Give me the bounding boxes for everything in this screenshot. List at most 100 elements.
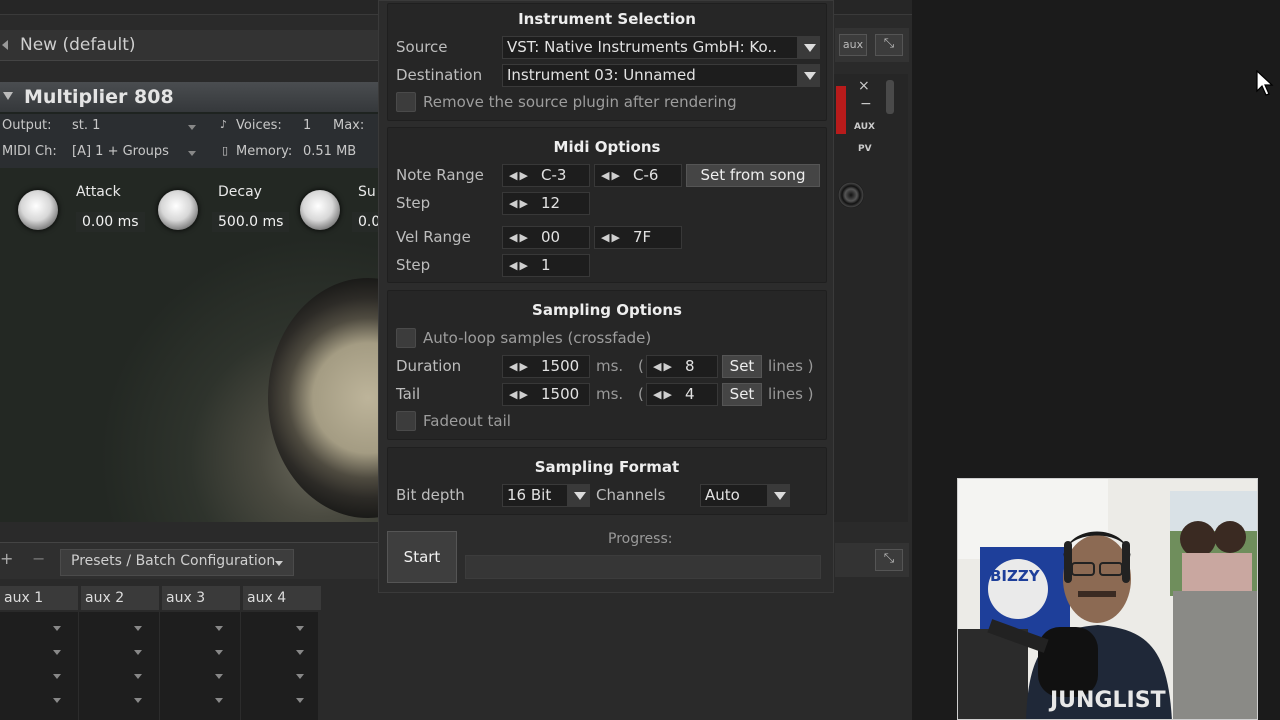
spinner-arrows-icon[interactable]: ◀▶ xyxy=(509,165,530,186)
tune-dial-icon[interactable] xyxy=(838,182,864,208)
duration-set-button[interactable]: Set xyxy=(722,355,762,378)
close-icon[interactable]: × xyxy=(858,78,870,94)
aux-dropdown-icon[interactable] xyxy=(215,674,223,679)
aux-column-4[interactable]: aux 4 xyxy=(243,586,321,610)
collapse-icon[interactable]: ⤡ xyxy=(875,549,903,571)
fadeout-tail-checkbox[interactable] xyxy=(396,411,416,431)
chevron-down-icon xyxy=(804,72,816,80)
voices-icon: ♪ xyxy=(220,118,228,131)
aux-side-button[interactable]: AUX xyxy=(854,122,875,132)
preset-bar[interactable]: New (default) xyxy=(0,30,380,61)
remove-source-checkbox[interactable] xyxy=(396,92,416,112)
sustain-knob[interactable] xyxy=(300,190,340,230)
bit-depth-dropdown-button[interactable] xyxy=(567,485,589,506)
note-step-spinner[interactable]: ◀▶ 12 xyxy=(502,192,590,215)
aux-column-2[interactable]: aux 2 xyxy=(81,586,159,610)
spinner-arrows-icon[interactable]: ◀▶ xyxy=(653,356,674,377)
note-range-label: Note Range xyxy=(396,166,484,184)
note-range-to-value: C-6 xyxy=(633,166,659,184)
midi-channel-value[interactable]: [A] 1 + Groups xyxy=(72,144,169,159)
aux-column-1[interactable]: aux 1 xyxy=(0,586,78,610)
aux-dropdown-icon[interactable] xyxy=(53,626,61,631)
minimize-icon[interactable]: − xyxy=(860,96,872,112)
collapse-icon[interactable]: ⤡ xyxy=(875,34,903,56)
aux-dropdown-icon[interactable] xyxy=(296,650,304,655)
progress-bar xyxy=(465,555,821,579)
vel-range-from-spinner[interactable]: ◀▶ 00 xyxy=(502,226,590,249)
tail-lines-spinner[interactable]: ◀▶ 4 xyxy=(646,383,718,406)
spinner-arrows-icon[interactable]: ◀▶ xyxy=(509,356,530,377)
spinner-arrows-icon[interactable]: ◀▶ xyxy=(509,255,530,276)
presets-dropdown[interactable]: Presets / Batch Configuration xyxy=(60,549,294,576)
midi-channel-label: MIDI Ch: xyxy=(2,144,57,159)
aux-column-3[interactable]: aux 3 xyxy=(162,586,240,610)
memory-label: Memory: xyxy=(236,144,293,159)
kontakt-side-controls: × − AUX PV xyxy=(830,74,908,522)
scrollbar[interactable] xyxy=(886,80,894,114)
decay-knob[interactable] xyxy=(158,190,198,230)
aux-dropdown-icon[interactable] xyxy=(296,674,304,679)
aux-dropdown-icon[interactable] xyxy=(134,698,142,703)
vel-step-spinner[interactable]: ◀▶ 1 xyxy=(502,254,590,277)
pv-side-button[interactable]: PV xyxy=(858,144,872,154)
output-value[interactable]: st. 1 xyxy=(72,118,100,133)
bit-depth-select[interactable]: 16 Bit xyxy=(502,484,590,507)
set-from-song-button[interactable]: Set from song xyxy=(686,164,820,187)
aux-button[interactable]: aux xyxy=(839,34,867,56)
start-button[interactable]: Start xyxy=(387,531,457,583)
attack-knob[interactable] xyxy=(18,190,58,230)
source-select[interactable]: VST: Native Instruments GmbH: Ko.. xyxy=(502,36,820,59)
tail-lines-label: lines ) xyxy=(768,385,814,403)
spinner-arrows-icon[interactable]: ◀▶ xyxy=(601,165,622,186)
chevron-down-icon xyxy=(774,492,786,500)
destination-select[interactable]: Instrument 03: Unnamed xyxy=(502,64,820,87)
spinner-arrows-icon[interactable]: ◀▶ xyxy=(601,227,622,248)
midi-options-panel: Midi Options Note Range ◀▶ C-3 ◀▶ C-6 Se… xyxy=(387,127,827,283)
tail-spinner[interactable]: ◀▶ 1500 xyxy=(502,383,590,406)
remove-icon[interactable]: − xyxy=(32,549,45,568)
spinner-arrows-icon[interactable]: ◀▶ xyxy=(509,384,530,405)
collapse-arrow-icon[interactable] xyxy=(2,40,8,50)
expand-triangle-icon[interactable] xyxy=(3,92,13,100)
source-dropdown-button[interactable] xyxy=(797,37,819,58)
aux-dropdown-icon[interactable] xyxy=(53,698,61,703)
note-range-to-spinner[interactable]: ◀▶ C-6 xyxy=(594,164,682,187)
sign-text: BIZZY xyxy=(990,567,1041,585)
remove-source-label: Remove the source plugin after rendering xyxy=(423,93,737,111)
chevron-down-icon xyxy=(804,44,816,52)
channels-dropdown-button[interactable] xyxy=(767,485,789,506)
duration-spinner[interactable]: ◀▶ 1500 xyxy=(502,355,590,378)
output-dropdown-icon[interactable] xyxy=(188,125,196,130)
duration-lines-spinner[interactable]: ◀▶ 8 xyxy=(646,355,718,378)
channels-select[interactable]: Auto xyxy=(700,484,790,507)
add-icon[interactable]: + xyxy=(0,549,13,568)
aux-dropdown-icon[interactable] xyxy=(215,650,223,655)
note-step-label: Step xyxy=(396,194,431,212)
spinner-arrows-icon[interactable]: ◀▶ xyxy=(653,384,674,405)
aux-dropdown-icon[interactable] xyxy=(134,674,142,679)
note-range-from-spinner[interactable]: ◀▶ C-3 xyxy=(502,164,590,187)
aux-dropdown-icon[interactable] xyxy=(134,650,142,655)
aux-dropdown-icon[interactable] xyxy=(134,626,142,631)
autoloop-checkbox[interactable] xyxy=(396,328,416,348)
aux-dropdown-icon[interactable] xyxy=(53,650,61,655)
aux-dropdown-icon[interactable] xyxy=(53,674,61,679)
aux-dropdown-icon[interactable] xyxy=(215,698,223,703)
aux-dropdown-icon[interactable] xyxy=(296,626,304,631)
fadeout-tail-label: Fadeout tail xyxy=(423,412,511,430)
instrument-selection-title: Instrument Selection xyxy=(518,10,696,28)
sampling-format-panel: Sampling Format Bit depth 16 Bit Channel… xyxy=(387,447,827,515)
output-label: Output: xyxy=(2,118,52,133)
tail-set-button[interactable]: Set xyxy=(722,383,762,406)
decay-value: 500.0 ms xyxy=(212,212,290,232)
vel-range-to-spinner[interactable]: ◀▶ 7F xyxy=(594,226,682,249)
aux-column-headers: aux 1 aux 2 aux 3 aux 4 xyxy=(0,586,321,610)
destination-dropdown-button[interactable] xyxy=(797,65,819,86)
aux-dropdown-icon[interactable] xyxy=(296,698,304,703)
voices-label: Voices: xyxy=(236,118,282,133)
destination-label: Destination xyxy=(396,66,483,84)
spinner-arrows-icon[interactable]: ◀▶ xyxy=(509,193,530,214)
aux-dropdown-icon[interactable] xyxy=(215,626,223,631)
midi-dropdown-icon[interactable] xyxy=(188,151,196,156)
spinner-arrows-icon[interactable]: ◀▶ xyxy=(509,227,530,248)
